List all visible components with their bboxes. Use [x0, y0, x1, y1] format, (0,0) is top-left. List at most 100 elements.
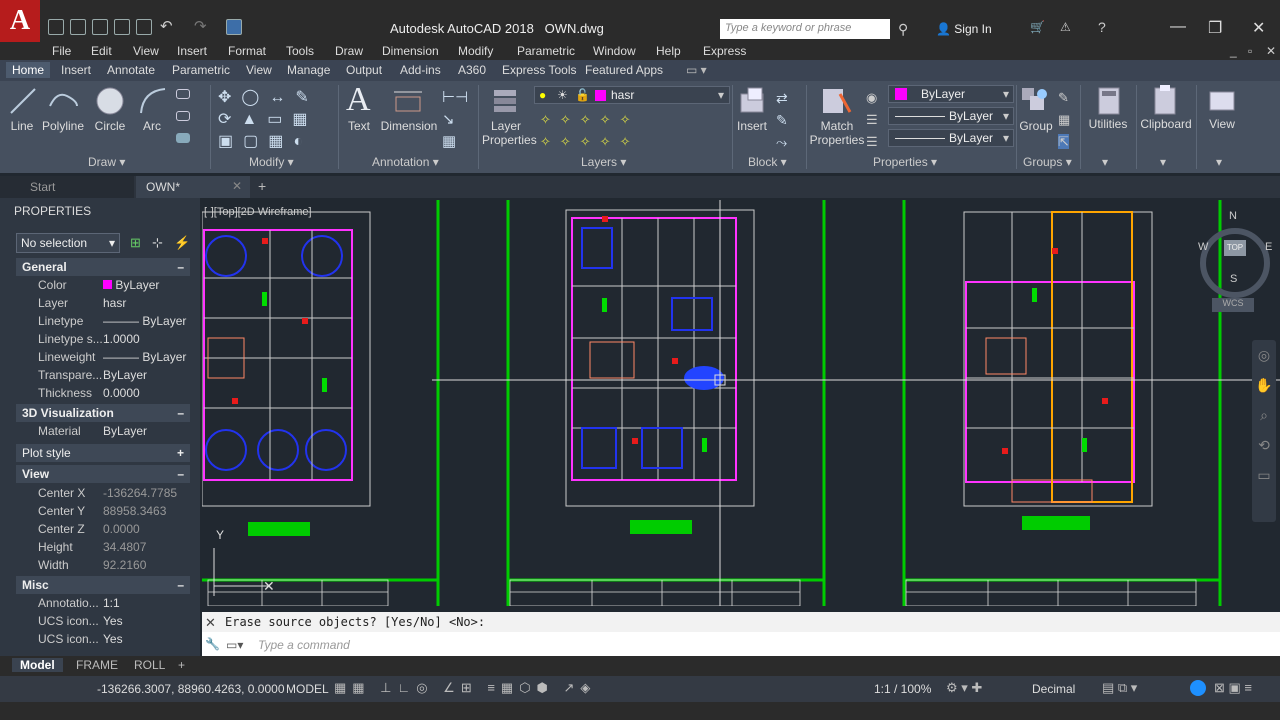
- section-general[interactable]: General –: [16, 258, 190, 276]
- boundary-icon[interactable]: [176, 133, 190, 143]
- layout-tab-roll[interactable]: ROLL: [134, 658, 165, 672]
- prop-row-ucs-icon-origin[interactable]: UCS icon... Yes: [16, 632, 190, 646]
- menu-express[interactable]: Express: [703, 44, 746, 58]
- new-file-icon[interactable]: [48, 19, 64, 35]
- drawing-viewport[interactable]: [-][Top][2D Wireframe] Y ✕ TOP N S E W W…: [202, 198, 1280, 606]
- utilities-button[interactable]: Utilities: [1084, 117, 1132, 131]
- prop-row-linetype-scale[interactable]: Linetype s... 1.0000: [16, 332, 190, 349]
- chevron-down-icon[interactable]: ▾: [1216, 155, 1222, 169]
- binoculars-icon[interactable]: ⚲: [898, 21, 908, 38]
- layer-dropdown[interactable]: ● ☀ 🔓 hasr ▾: [534, 86, 730, 104]
- menu-draw[interactable]: Draw: [335, 44, 363, 58]
- menu-window[interactable]: Window: [593, 44, 636, 58]
- view-button[interactable]: View: [1202, 117, 1242, 131]
- menu-modify[interactable]: Modify: [458, 44, 493, 58]
- layers-panel-title[interactable]: Layers ▾: [581, 155, 626, 169]
- group-button[interactable]: Group: [1018, 119, 1054, 133]
- units-button[interactable]: Decimal: [1032, 682, 1075, 696]
- prop-row-color[interactable]: Color ByLayer: [16, 278, 190, 295]
- redo-icon[interactable]: ↷: [194, 17, 207, 35]
- prop-row-layer[interactable]: Layer hasr: [16, 296, 190, 313]
- layer-tools-icon[interactable]: ✧✧✧✧✧ ✧✧✧✧✧: [540, 109, 639, 153]
- insert-button[interactable]: Insert: [734, 119, 770, 133]
- tab-parametric[interactable]: Parametric: [172, 63, 230, 77]
- tab-view[interactable]: View: [246, 63, 272, 77]
- section-view[interactable]: View –: [16, 465, 190, 483]
- line-button[interactable]: Line: [6, 119, 38, 133]
- prop-row-annotation-scale[interactable]: Annotatio... 1:1: [16, 596, 190, 613]
- properties-panel-title[interactable]: Properties ▾: [873, 155, 937, 169]
- prop-row-width[interactable]: Width 92.2160: [16, 558, 190, 575]
- modify-panel-title[interactable]: Modify ▾: [249, 155, 294, 169]
- quick-properties-icon[interactable]: ▤ ⧉ ▾: [1102, 680, 1137, 696]
- menu-dimension[interactable]: Dimension: [382, 44, 439, 58]
- prop-row-transparency[interactable]: Transpare... ByLayer: [16, 368, 190, 385]
- doc-close-icon[interactable]: ✕: [1266, 44, 1276, 58]
- polyline-button[interactable]: Polyline: [40, 119, 86, 133]
- section-misc[interactable]: Misc –: [16, 576, 190, 594]
- toggle-pickadd-icon[interactable]: ⊞: [130, 235, 141, 251]
- text-button[interactable]: Text: [344, 119, 374, 133]
- prop-row-ucs-icon-on[interactable]: UCS icon... Yes: [16, 614, 190, 631]
- hardware-acceleration-icon[interactable]: ⊠ ▣ ≡: [1214, 680, 1252, 696]
- save-icon[interactable]: [92, 19, 108, 35]
- section-3d-visualization[interactable]: 3D Visualization –: [16, 404, 190, 422]
- tab-featured-apps[interactable]: Featured Apps: [585, 63, 663, 77]
- menu-help[interactable]: Help: [656, 44, 681, 58]
- add-layout-icon[interactable]: +: [178, 658, 185, 672]
- wcs-menu[interactable]: WCS: [1212, 298, 1254, 312]
- hatch-icon[interactable]: [176, 111, 190, 121]
- command-prompt-icon[interactable]: ▭▾: [226, 638, 243, 652]
- quick-select-icon[interactable]: ⚡: [174, 235, 190, 251]
- prop-row-center-x[interactable]: Center X -136264.7785: [16, 486, 190, 503]
- tab-start[interactable]: Start: [0, 176, 134, 198]
- viewcube-top[interactable]: TOP: [1224, 240, 1246, 256]
- doc-restore-icon[interactable]: ▫: [1248, 44, 1252, 58]
- tab-annotate[interactable]: Annotate: [107, 63, 155, 77]
- undo-icon[interactable]: ↶: [160, 17, 173, 35]
- layout-tab-model[interactable]: Model: [12, 658, 63, 672]
- steering-wheel-icon[interactable]: ◎: [1252, 340, 1276, 370]
- tab-own-drawing[interactable]: OWN* ✕: [136, 176, 250, 198]
- workspace-icon[interactable]: [226, 19, 242, 35]
- orbit-icon[interactable]: ⟲: [1252, 430, 1276, 460]
- isolate-objects-icon[interactable]: [1190, 680, 1206, 696]
- minimize-icon[interactable]: —: [1170, 18, 1186, 36]
- open-file-icon[interactable]: [70, 19, 86, 35]
- menu-edit[interactable]: Edit: [91, 44, 112, 58]
- menu-view[interactable]: View: [133, 44, 159, 58]
- tab-a360[interactable]: A360: [458, 63, 486, 77]
- coordinates-readout[interactable]: -136266.3007, 88960.4263, 0.0000: [97, 682, 285, 696]
- tab-manage[interactable]: Manage: [287, 63, 330, 77]
- menu-tools[interactable]: Tools: [286, 44, 314, 58]
- compass-south[interactable]: S: [1230, 273, 1237, 285]
- menu-format[interactable]: Format: [228, 44, 266, 58]
- viewcube[interactable]: [1200, 228, 1270, 298]
- layer-properties-button[interactable]: Layer Properties: [482, 119, 537, 147]
- color-dropdown[interactable]: ByLayer ▾: [888, 85, 1014, 103]
- group-tools-icon[interactable]: ✎ ▦ ⇱: [1058, 87, 1070, 153]
- customize-icon[interactable]: 🔧: [205, 637, 220, 651]
- block-panel-title[interactable]: Block ▾: [748, 155, 787, 169]
- compass-north[interactable]: N: [1229, 210, 1237, 222]
- chevron-down-icon[interactable]: ▾: [1160, 155, 1166, 169]
- selection-dropdown[interactable]: No selection ▾: [16, 233, 120, 253]
- layout-tab-frame[interactable]: FRAME: [76, 658, 118, 672]
- plot-icon[interactable]: [136, 19, 152, 35]
- pan-icon[interactable]: ✋: [1252, 370, 1276, 400]
- new-tab-icon[interactable]: +: [258, 178, 266, 194]
- menu-parametric[interactable]: Parametric: [517, 44, 575, 58]
- workspace-gear-icon[interactable]: ⚙ ▾ ✚: [946, 680, 982, 696]
- prop-row-material[interactable]: Material ByLayer: [16, 424, 190, 441]
- command-input[interactable]: Type a command: [258, 636, 1276, 654]
- properties-side-icons[interactable]: ◉ ☰ ☰: [866, 87, 878, 153]
- menu-insert[interactable]: Insert: [177, 44, 207, 58]
- rectangle-icon[interactable]: [176, 89, 190, 99]
- tab-express-tools[interactable]: Express Tools: [502, 63, 576, 77]
- showmotion-icon[interactable]: ▭: [1252, 460, 1276, 490]
- tab-home[interactable]: Home: [6, 62, 51, 78]
- annotation-scale-button[interactable]: 1:1 / 100%: [874, 682, 931, 696]
- dimension-button[interactable]: Dimension: [380, 119, 438, 133]
- drafting-toggles-icon[interactable]: ▦▦ ⊥∟◎ ∠⊞ ≡▦⬡⬢ ↗◈: [334, 680, 596, 696]
- prop-row-lineweight[interactable]: Lineweight ——— ByLayer: [16, 350, 190, 367]
